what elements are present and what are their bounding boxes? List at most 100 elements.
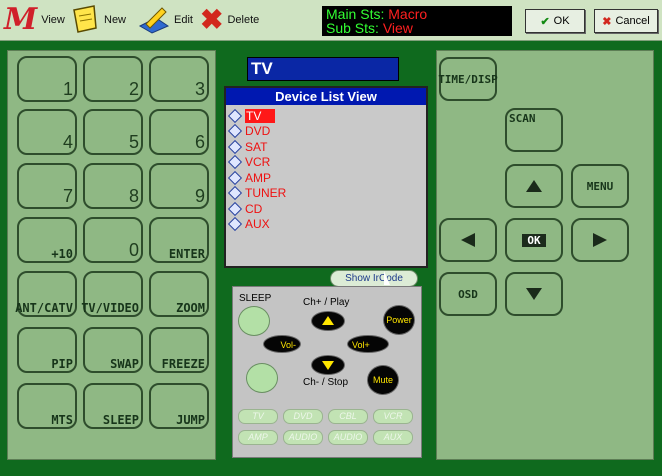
sub-status-value: View	[382, 20, 413, 36]
arrow-right-icon	[593, 233, 607, 247]
keypad-button-pip[interactable]: PIP	[15, 325, 79, 375]
keypad-button-label: ANT/CATV	[15, 301, 73, 315]
device-tag-icon	[227, 108, 243, 123]
device-tag-icon	[227, 139, 243, 154]
keypad-button-0[interactable]: 0	[81, 215, 145, 265]
sleep-label: SLEEP	[239, 293, 272, 304]
new-note-icon	[70, 4, 100, 37]
menu-button[interactable]: MENU	[569, 162, 631, 210]
keypad-button-4[interactable]: 4	[15, 107, 79, 157]
device-list: TV DVD SAT VCR AMP TUNER CD AUX	[226, 105, 426, 232]
arrow-down-icon	[526, 288, 542, 300]
device-tag-icon	[227, 124, 243, 139]
triangle-down-icon	[322, 361, 334, 370]
keypad-button-label: SLEEP	[102, 413, 139, 427]
keypad-button-mts[interactable]: MTS	[15, 381, 79, 431]
keypad-button-2[interactable]: 2	[81, 54, 145, 104]
time-disp-button[interactable]: TIME/DISP	[437, 55, 499, 103]
show-ircode-button[interactable]: Show IrCode	[330, 270, 418, 287]
keypad-button-label: MTS	[51, 413, 73, 427]
delete-x-icon: ✖	[200, 4, 224, 35]
keypad-button-6[interactable]: 6	[147, 107, 211, 157]
ch-down-label: Ch- / Stop	[303, 377, 349, 388]
device-tag-icon	[227, 217, 243, 232]
view-button[interactable]: M View	[4, 3, 65, 37]
keypad-button-sleep[interactable]: SLEEP	[81, 381, 145, 431]
device-list-item[interactable]: SAT	[226, 139, 426, 155]
keypad-button-label: 2	[128, 79, 139, 99]
remote-device-button[interactable]: DVD	[283, 409, 323, 424]
remote-device-button[interactable]: TV	[238, 409, 278, 424]
keypad-button-7[interactable]: 7	[15, 161, 79, 211]
power-button[interactable]: Power	[383, 305, 415, 335]
sleep-remote-button[interactable]	[238, 306, 270, 336]
keypad-button-5[interactable]: 5	[81, 107, 145, 157]
ch-down-button[interactable]	[311, 355, 345, 375]
keypad-button-label: PIP	[51, 357, 73, 371]
keypad-button-zoom[interactable]: ZOOM	[147, 269, 211, 319]
keypad-button-label: 8	[128, 186, 139, 206]
edit-button[interactable]: Edit	[138, 3, 193, 37]
mouse-pointer-icon	[384, 271, 390, 285]
osd-button[interactable]: OSD	[437, 270, 499, 318]
device-list-item[interactable]: TUNER	[226, 186, 426, 202]
nav-left-button[interactable]	[437, 216, 499, 264]
cancel-button[interactable]: ✖ Cancel	[594, 9, 658, 33]
device-list-item[interactable]: AMP	[226, 170, 426, 186]
remote-device-button[interactable]: AMP	[238, 430, 278, 445]
device-name: AMP	[245, 170, 272, 185]
device-name: SAT	[245, 139, 268, 154]
remote-device-button[interactable]: AUDIO	[283, 430, 323, 445]
keypad-button-antcatv[interactable]: ANT/CATV	[15, 269, 79, 319]
keypad-button-swap[interactable]: SWAP	[81, 325, 145, 375]
ok-label: OK	[553, 15, 570, 27]
vol-down-button[interactable]: Vol-	[263, 335, 301, 353]
arrow-left-icon	[461, 233, 475, 247]
nav-down-button[interactable]	[503, 270, 565, 318]
keypad-button-3[interactable]: 3	[147, 54, 211, 104]
mute-button[interactable]: Mute	[367, 365, 399, 395]
edit-icon	[138, 4, 170, 37]
remote-device-button[interactable]: VCR	[373, 409, 413, 424]
keypad-button-label: SWAP	[110, 357, 139, 371]
nav-up-button[interactable]	[503, 162, 565, 210]
nav-right-button[interactable]	[569, 216, 631, 264]
blank-remote-button[interactable]	[246, 363, 278, 393]
triangle-up-icon	[322, 316, 334, 325]
remote-device-button[interactable]: AUX	[373, 430, 413, 445]
device-tag-icon	[227, 201, 243, 216]
ch-up-button[interactable]	[311, 311, 345, 331]
vol-down-label: Vol-	[280, 340, 296, 350]
keypad-button-freeze[interactable]: FREEZE	[147, 325, 211, 375]
scan-button[interactable]: SCAN	[503, 106, 565, 154]
remote-device-button[interactable]: CBL	[328, 409, 368, 424]
device-list-header: Device List View	[226, 88, 426, 105]
keypad-button-enter[interactable]: ENTER	[147, 215, 211, 265]
new-button[interactable]: New	[70, 3, 126, 37]
keypad-button-8[interactable]: 8	[81, 161, 145, 211]
ok-button[interactable]: ✔ OK	[525, 9, 585, 33]
keypad-button-+10[interactable]: +10	[15, 215, 79, 265]
keypad-button-label: JUMP	[176, 413, 205, 427]
device-list-item[interactable]: DVD	[226, 124, 426, 140]
device-list-item[interactable]: CD	[226, 201, 426, 217]
keypad-button-1[interactable]: 1	[15, 54, 79, 104]
keypad-button-jump[interactable]: JUMP	[147, 381, 211, 431]
delete-button[interactable]: ✖ Delete	[200, 3, 259, 37]
keypad-button-label: 5	[128, 132, 139, 152]
vol-up-button[interactable]: Vol+	[347, 335, 389, 353]
device-tag-icon	[227, 170, 243, 185]
keypad-button-tvvideo[interactable]: TV/VIDEO	[81, 269, 145, 319]
nav-ok-button[interactable]: OK	[503, 216, 565, 264]
keypad-button-label: FREEZE	[161, 357, 205, 371]
device-list-item[interactable]: TV	[226, 108, 426, 124]
device-list-item[interactable]: VCR	[226, 155, 426, 171]
arrow-up-icon	[526, 180, 542, 192]
device-list-item[interactable]: AUX	[226, 217, 426, 233]
keypad-button-9[interactable]: 9	[147, 161, 211, 211]
remote-device-button[interactable]: AUDIO	[328, 430, 368, 445]
new-label: New	[104, 14, 127, 26]
device-name: CD	[245, 201, 263, 216]
view-icon: M	[4, 2, 38, 37]
status-display: Main Sts: Macro Sub Sts: View	[322, 6, 512, 36]
